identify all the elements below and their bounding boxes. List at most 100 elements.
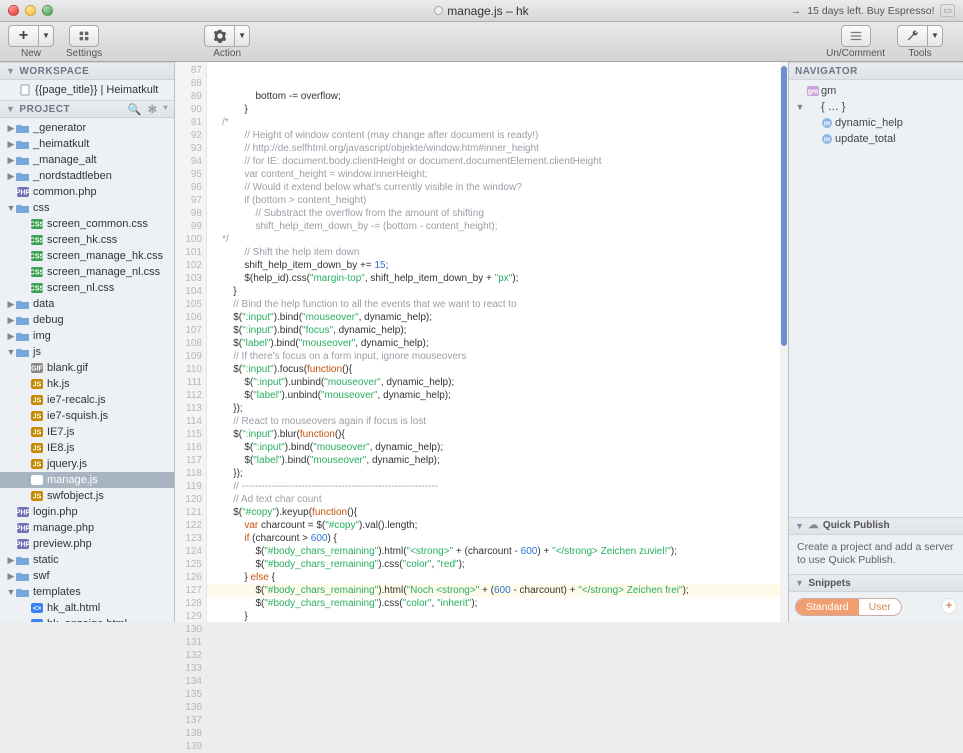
code-line[interactable]: /*: [211, 116, 780, 129]
code-line[interactable]: // React to mouseovers again if focus is…: [211, 415, 780, 428]
folder-item[interactable]: ▶_nordstadtleben: [0, 168, 174, 184]
code-line[interactable]: // Height of window content (may change …: [211, 129, 780, 142]
editor[interactable]: 8788899091929394959697989910010110210310…: [175, 62, 788, 622]
file-item[interactable]: PHPpreview.php: [0, 536, 174, 552]
snippets-user-tab[interactable]: User: [859, 599, 901, 615]
disclosure-triangle-icon[interactable]: ▼: [795, 578, 804, 588]
workspace-item[interactable]: {{page_title}} | Heimatkult: [0, 82, 174, 98]
code-line[interactable]: // Would it extend below what's currentl…: [211, 181, 780, 194]
folder-item[interactable]: ▶debug: [0, 312, 174, 328]
code-line[interactable]: $(":input").bind("focus", dynamic_help);: [211, 324, 780, 337]
code-line[interactable]: $(help_id).css("margin-top", shift_help_…: [211, 272, 780, 285]
quick-publish-header[interactable]: ▼ ☁ Quick Publish: [789, 517, 963, 535]
file-item[interactable]: <>hk_anzeige.html: [0, 616, 174, 622]
code-line[interactable]: // for IE: document.body.clientHeight or…: [211, 155, 780, 168]
code-line[interactable]: $("#body_chars_remaining").html("Noch <s…: [211, 584, 780, 597]
folder-item[interactable]: ▶static: [0, 552, 174, 568]
minimize-window-button[interactable]: [25, 5, 36, 16]
file-item[interactable]: CSSscreen_common.css: [0, 216, 174, 232]
code-line[interactable]: // Substract the overflow from the amoun…: [211, 207, 780, 220]
disclosure-triangle-icon[interactable]: ▶: [6, 315, 16, 326]
file-item[interactable]: CSSscreen_manage_hk.css: [0, 248, 174, 264]
navigator-item[interactable]: ▼{ … }: [789, 99, 963, 115]
navigator-item[interactable]: mdynamic_help: [789, 115, 963, 131]
file-item[interactable]: JSie7-recalc.js: [0, 392, 174, 408]
file-item[interactable]: CSSscreen_nl.css: [0, 280, 174, 296]
code-line[interactable]: $("label").unbind("mouseover", dynamic_h…: [211, 389, 780, 402]
add-snippet-button[interactable]: +: [941, 598, 957, 614]
action-dropdown[interactable]: ▼: [234, 25, 250, 47]
file-item[interactable]: PHPlogin.php: [0, 504, 174, 520]
file-item[interactable]: JSIE7.js: [0, 424, 174, 440]
close-window-button[interactable]: [8, 5, 19, 16]
code-line[interactable]: shift_help_item_down_by -= (bottom - con…: [211, 220, 780, 233]
disclosure-triangle-icon[interactable]: ▶: [6, 571, 16, 582]
disclosure-triangle-icon[interactable]: ▼: [795, 521, 804, 531]
project-header[interactable]: ▼ PROJECT 🔍 ✻ ▾: [0, 100, 174, 118]
navigator-item[interactable]: gmgm: [789, 83, 963, 99]
code-line[interactable]: $(":input").blur(function(){: [211, 428, 780, 441]
file-item[interactable]: <>hk_alt.html: [0, 600, 174, 616]
code-line[interactable]: */: [211, 233, 780, 246]
folder-item[interactable]: ▶_generator: [0, 120, 174, 136]
disclosure-triangle-icon[interactable]: ▼: [6, 203, 16, 213]
new-button[interactable]: +: [8, 25, 38, 47]
code-line[interactable]: bottom -= overflow;: [211, 90, 780, 103]
disclosure-triangle-icon[interactable]: ▼: [6, 587, 16, 597]
code-line[interactable]: if (bottom > content_height): [211, 194, 780, 207]
code-line[interactable]: // If there's focus on a form input, ign…: [211, 350, 780, 363]
folder-item[interactable]: ▼templates: [0, 584, 174, 600]
code-line[interactable]: $("#body_chars_remaining").html("<strong…: [211, 545, 780, 558]
folder-item[interactable]: ▼css: [0, 200, 174, 216]
code-line[interactable]: });: [211, 467, 780, 480]
file-item[interactable]: CSSscreen_hk.css: [0, 232, 174, 248]
disclosure-triangle-icon[interactable]: ▶: [6, 139, 16, 150]
code-line[interactable]: $("#body_chars_remaining").css("color", …: [211, 597, 780, 610]
code-line[interactable]: // Bind the help function to all the eve…: [211, 298, 780, 311]
action-button[interactable]: [204, 25, 234, 47]
project-search-icon[interactable]: 🔍: [128, 103, 142, 116]
code-line[interactable]: $(":input").unbind("mouseover", dynamic_…: [211, 376, 780, 389]
snippets-header[interactable]: ▼ Snippets: [789, 574, 963, 592]
file-item[interactable]: JShk.js: [0, 376, 174, 392]
code-line[interactable]: // Ad text char count: [211, 493, 780, 506]
disclosure-triangle-icon[interactable]: ▶: [6, 331, 16, 342]
folder-item[interactable]: ▶img: [0, 328, 174, 344]
code-line[interactable]: }: [211, 610, 780, 622]
scrollbar-thumb[interactable]: [781, 66, 787, 346]
file-item[interactable]: GIFblank.gif: [0, 360, 174, 376]
folder-item[interactable]: ▶swf: [0, 568, 174, 584]
disclosure-triangle-icon[interactable]: ▶: [6, 123, 16, 134]
code-line[interactable]: }: [211, 103, 780, 116]
code-line[interactable]: $(":input").bind("mouseover", dynamic_he…: [211, 311, 780, 324]
file-item[interactable]: CSSscreen_manage_nl.css: [0, 264, 174, 280]
code-line[interactable]: $("#copy").keyup(function(){: [211, 506, 780, 519]
code-line[interactable]: } else {: [211, 571, 780, 584]
code-line[interactable]: if (charcount > 600) {: [211, 532, 780, 545]
disclosure-triangle-icon[interactable]: ▼: [795, 102, 805, 112]
file-item[interactable]: JSmanage.js: [0, 472, 174, 488]
tools-dropdown[interactable]: ▼: [927, 25, 943, 47]
zoom-window-button[interactable]: [42, 5, 53, 16]
workspace-header[interactable]: ▼ WORKSPACE: [0, 62, 174, 80]
folder-item[interactable]: ▼js: [0, 344, 174, 360]
file-item[interactable]: PHPcommon.php: [0, 184, 174, 200]
vertical-scrollbar[interactable]: [780, 62, 788, 622]
code-line[interactable]: var charcount = $("#copy").val().length;: [211, 519, 780, 532]
folder-item[interactable]: ▶_heimatkult: [0, 136, 174, 152]
project-dropdown-icon[interactable]: ▾: [163, 103, 168, 116]
uncomment-button[interactable]: [841, 25, 871, 47]
project-settings-icon[interactable]: ✻: [148, 103, 158, 116]
file-item[interactable]: PHPmanage.php: [0, 520, 174, 536]
disclosure-triangle-icon[interactable]: ▶: [6, 299, 16, 310]
folder-item[interactable]: ▶_manage_alt: [0, 152, 174, 168]
file-item[interactable]: JSie7-squish.js: [0, 408, 174, 424]
navigator-tree[interactable]: gmgm▼{ … }mdynamic_helpmupdate_total: [789, 80, 963, 517]
snippets-standard-tab[interactable]: Standard: [796, 599, 859, 615]
code-line[interactable]: $("label").bind("mouseover", dynamic_hel…: [211, 337, 780, 350]
disclosure-triangle-icon[interactable]: ▶: [6, 555, 16, 566]
disclosure-triangle-icon[interactable]: ▶: [6, 171, 16, 182]
code-line[interactable]: shift_help_item_down_by += 15;: [211, 259, 780, 272]
code-line[interactable]: $(":input").bind("mouseover", dynamic_he…: [211, 441, 780, 454]
code-line[interactable]: var content_height = window.innerHeight;: [211, 168, 780, 181]
